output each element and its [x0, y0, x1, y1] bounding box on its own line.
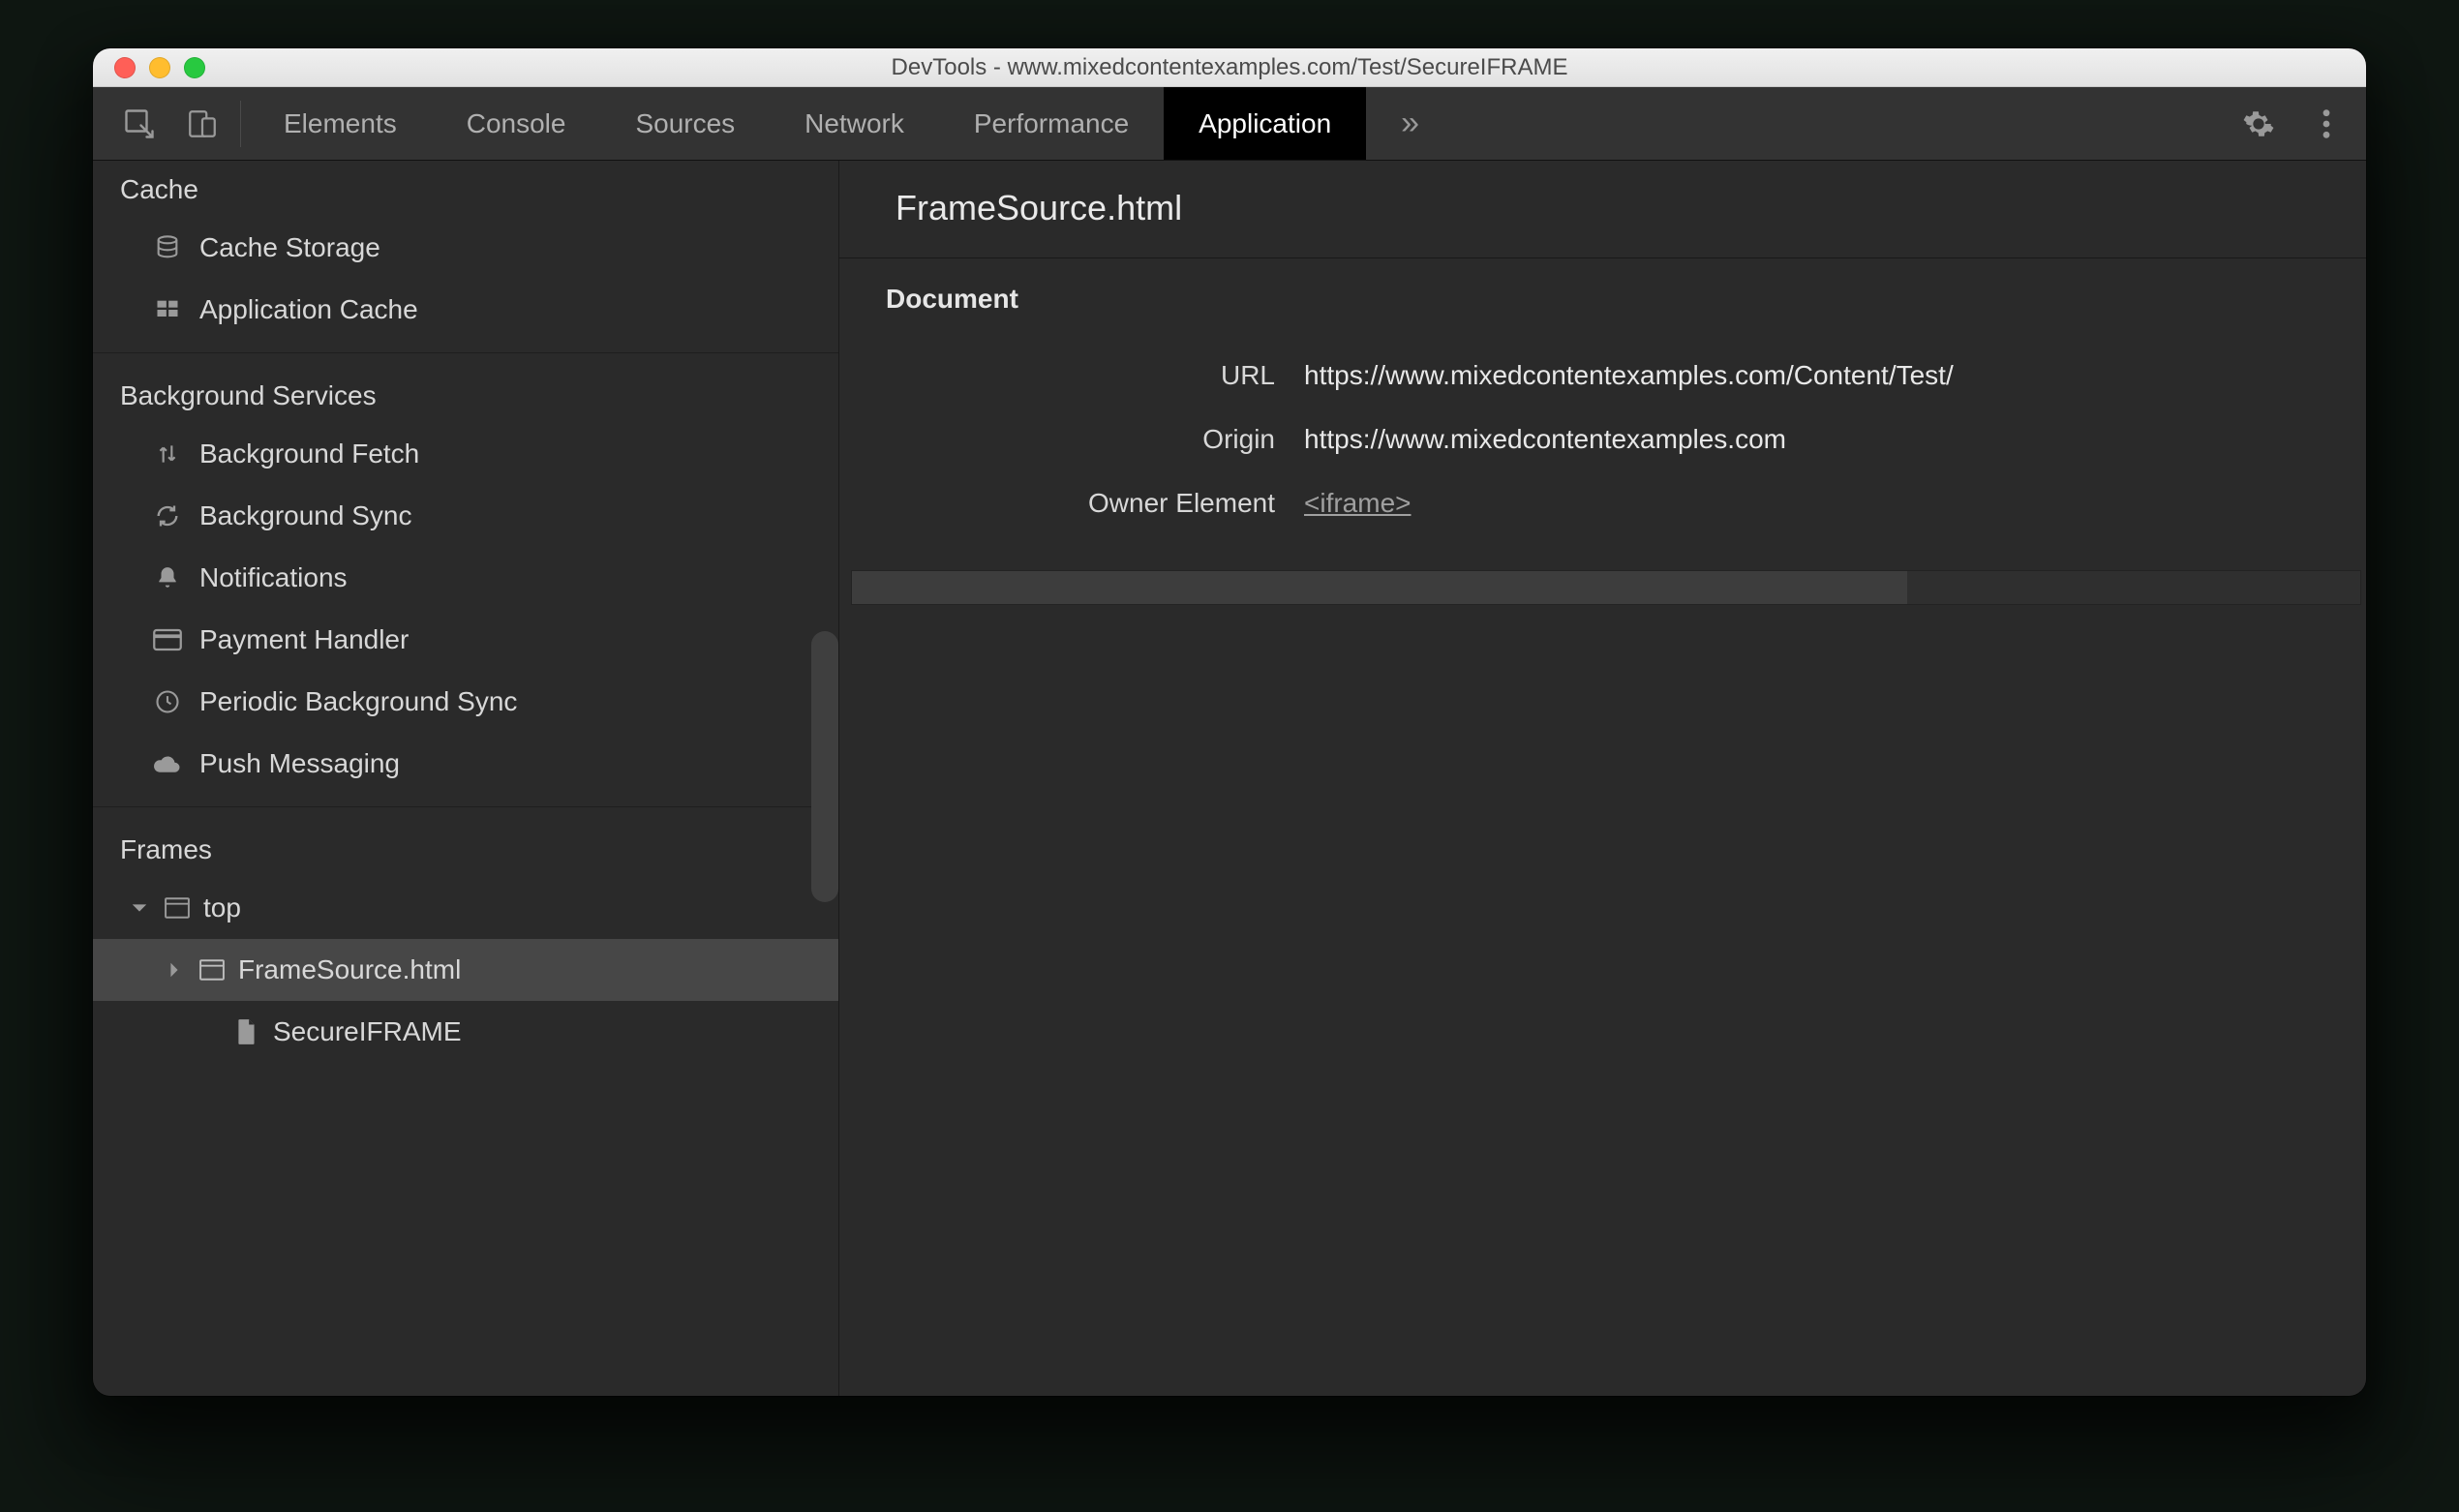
body: Cache Cache Storage [93, 161, 2366, 1396]
minimize-window-button[interactable] [149, 57, 170, 78]
frame-tree-framesource[interactable]: FrameSource.html [93, 939, 838, 1001]
frame-tree-top[interactable]: top [93, 877, 838, 939]
sidebar-item-cache-storage[interactable]: Cache Storage [93, 217, 838, 279]
section-document: Document [839, 258, 2366, 315]
main-panel: FrameSource.html Document URL https://ww… [838, 161, 2366, 1396]
tabstrip-right-tools [2223, 87, 2366, 160]
row-origin-label: Origin [839, 424, 1304, 455]
grid-icon [151, 296, 184, 323]
sidebar-scrollbar-thumb[interactable] [811, 631, 838, 902]
tab-network[interactable]: Network [770, 87, 939, 160]
maximize-window-button[interactable] [184, 57, 205, 78]
device-toolbar-icon[interactable] [186, 107, 219, 140]
sidebar-item-background-sync[interactable]: Background Sync [93, 485, 838, 547]
transfer-icon [151, 439, 184, 469]
titlebar: DevTools - www.mixedcontentexamples.com/… [93, 48, 2366, 87]
sync-icon [151, 502, 184, 529]
tab-application[interactable]: Application [1164, 87, 1366, 160]
sidebar-section-frames: Frames [93, 825, 838, 877]
close-window-button[interactable] [114, 57, 136, 78]
document-icon [230, 1018, 263, 1045]
chevron-right-icon [163, 961, 186, 979]
frame-tree-label: top [203, 892, 241, 923]
cloud-icon [151, 752, 184, 775]
window-icon [161, 897, 194, 919]
tab-console[interactable]: Console [432, 87, 601, 160]
bell-icon [151, 564, 184, 591]
tabstrip: Elements Console Sources Network Perform… [93, 87, 2366, 161]
tab-sources[interactable]: Sources [600, 87, 770, 160]
settings-icon[interactable] [2242, 107, 2275, 140]
sidebar-section-cache: Cache [93, 161, 838, 217]
inspect-element-icon[interactable] [122, 106, 157, 141]
sidebar-item-notifications[interactable]: Notifications [93, 547, 838, 609]
kebab-menu-icon[interactable] [2322, 107, 2331, 140]
row-origin-value: https://www.mixedcontentexamples.com [1304, 424, 1786, 455]
frame-tree-label: FrameSource.html [238, 954, 461, 985]
sidebar-item-background-fetch[interactable]: Background Fetch [93, 423, 838, 485]
devtools-window: DevTools - www.mixedcontentexamples.com/… [93, 48, 2366, 1396]
tabstrip-divider [240, 101, 241, 147]
row-url: URL https://www.mixedcontentexamples.com… [839, 344, 2366, 408]
window-title: DevTools - www.mixedcontentexamples.com/… [93, 54, 2366, 81]
horizontal-scrollbar-thumb[interactable] [852, 571, 1907, 604]
row-url-value: https://www.mixedcontentexamples.com/Con… [1304, 360, 1954, 391]
sidebar-item-label: Payment Handler [199, 624, 409, 655]
window-icon [196, 959, 228, 981]
sidebar-section-background-services: Background Services [93, 371, 838, 423]
sidebar-item-payment-handler[interactable]: Payment Handler [93, 609, 838, 671]
frame-tree-secureiframe[interactable]: SecureIFRAME [93, 1001, 838, 1063]
credit-card-icon [151, 628, 184, 651]
sidebar-item-push-messaging[interactable]: Push Messaging [93, 733, 838, 795]
tab-performance[interactable]: Performance [939, 87, 1164, 160]
window-controls [93, 57, 205, 78]
chevron-down-icon [128, 899, 151, 917]
tabs-overflow-button[interactable]: » [1366, 87, 1433, 160]
clock-icon [151, 688, 184, 715]
sidebar-divider [93, 806, 838, 807]
owner-element-link[interactable]: <iframe> [1304, 488, 1412, 518]
row-owner-element-label: Owner Element [839, 488, 1304, 519]
sidebar: Cache Cache Storage [93, 161, 838, 1396]
sidebar-item-periodic-background-sync[interactable]: Periodic Background Sync [93, 671, 838, 733]
row-owner-element-value: <iframe> [1304, 488, 1412, 519]
sidebar-item-label: Application Cache [199, 294, 418, 325]
sidebar-item-label: Cache Storage [199, 232, 380, 263]
sidebar-item-label: Notifications [199, 562, 348, 593]
document-properties: URL https://www.mixedcontentexamples.com… [839, 315, 2366, 564]
sidebar-item-label: Periodic Background Sync [199, 686, 517, 717]
sidebar-item-label: Background Fetch [199, 438, 419, 469]
horizontal-scrollbar[interactable] [851, 570, 2361, 605]
row-owner-element: Owner Element <iframe> [839, 471, 2366, 535]
tabstrip-left-tools [93, 87, 236, 160]
frame-title: FrameSource.html [839, 161, 2366, 258]
row-url-label: URL [839, 360, 1304, 391]
sidebar-item-label: Background Sync [199, 500, 411, 531]
sidebar-divider [93, 352, 838, 353]
sidebar-item-label: Push Messaging [199, 748, 400, 779]
sidebar-item-application-cache[interactable]: Application Cache [93, 279, 838, 341]
row-origin: Origin https://www.mixedcontentexamples.… [839, 408, 2366, 471]
database-icon [151, 234, 184, 261]
tab-elements[interactable]: Elements [249, 87, 432, 160]
frame-tree-label: SecureIFRAME [273, 1016, 462, 1047]
